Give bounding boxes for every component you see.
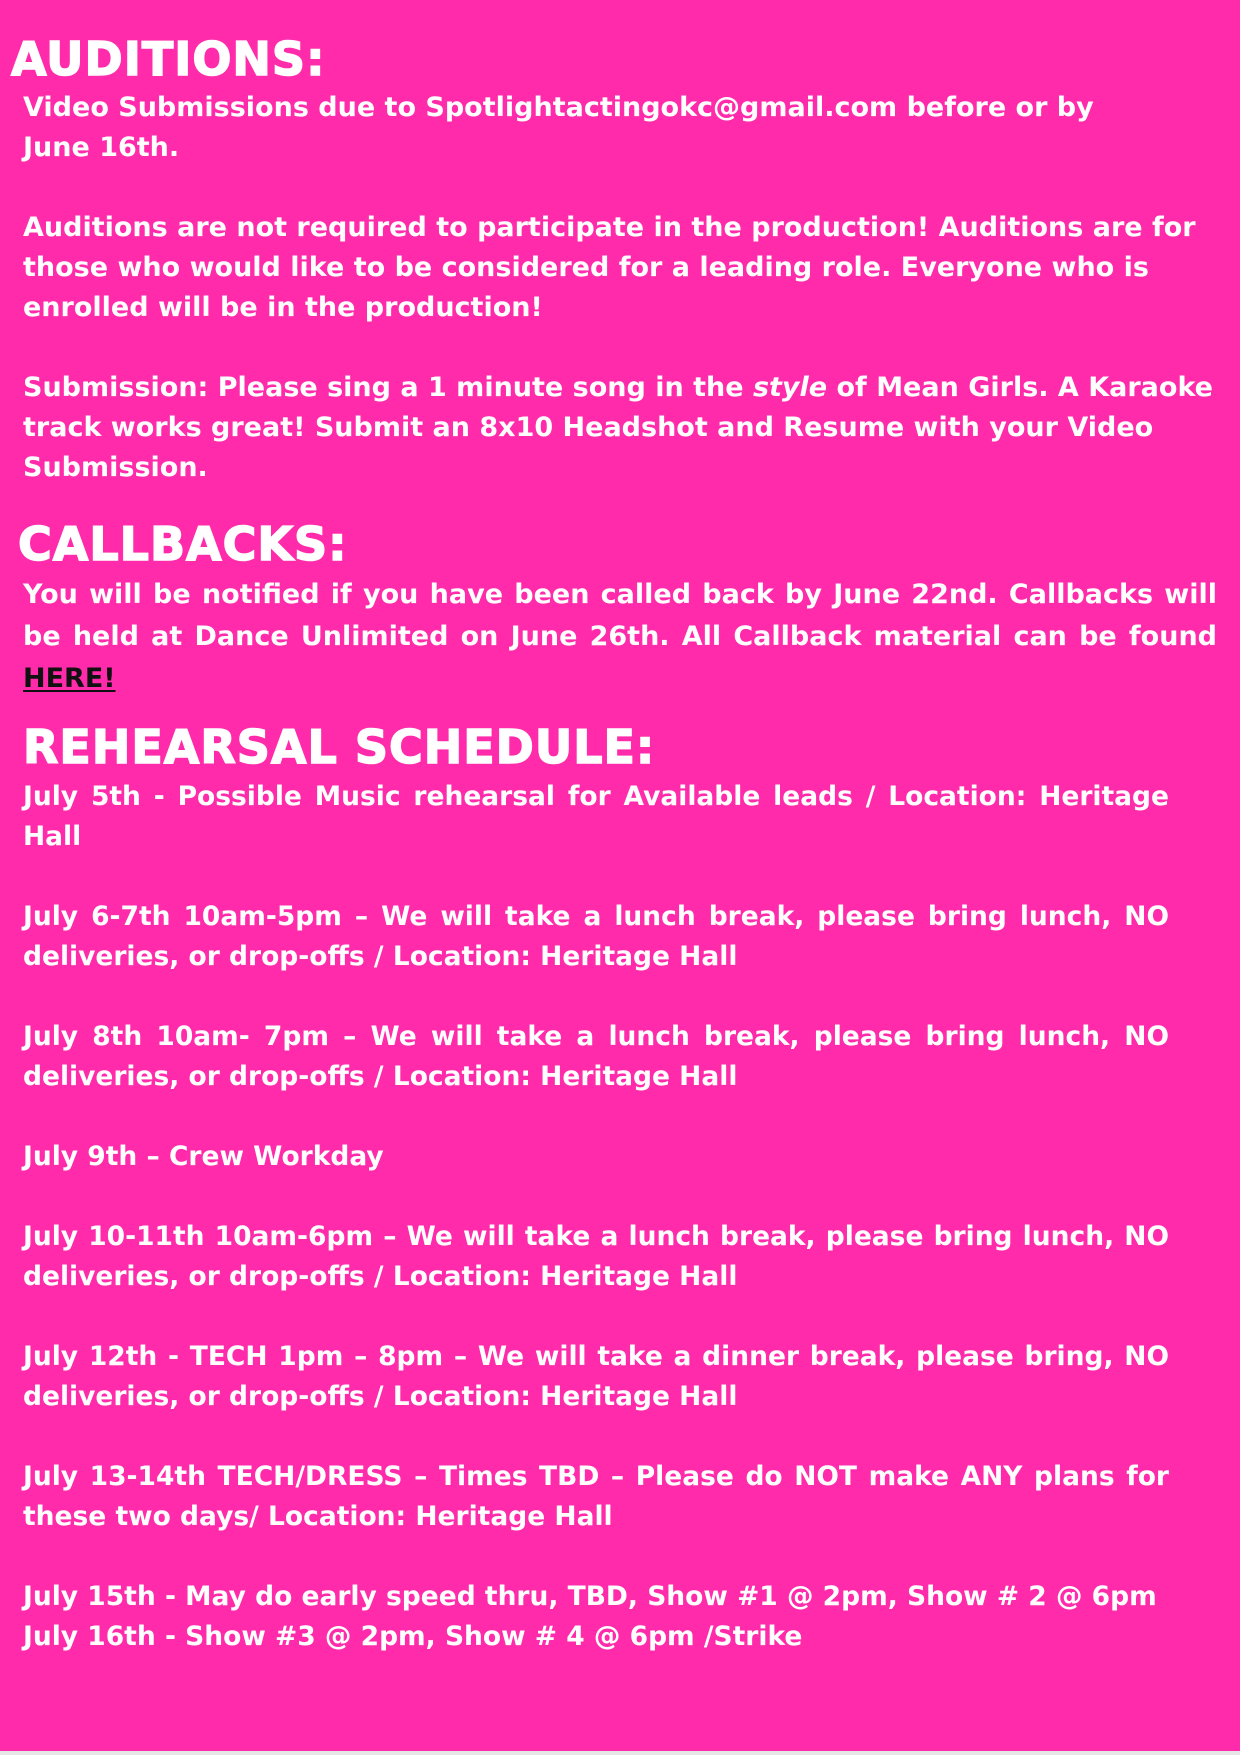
callbacks-text: You will be notified if you have been ca… bbox=[23, 574, 1217, 700]
schedule-item: July 10-11th 10am-6pm – We will take a l… bbox=[23, 1221, 1169, 1292]
callback-material-link[interactable]: HERE! bbox=[23, 663, 116, 694]
rehearsal-schedule-heading: REHEARSAL SCHEDULE: bbox=[22, 720, 656, 774]
callbacks-body: You will be notified if you have been ca… bbox=[23, 579, 1217, 652]
bottom-edge-divider bbox=[0, 1751, 1240, 1755]
show-line: July 15th - May do early speed thru, TBD… bbox=[23, 1581, 1157, 1612]
auditions-heading: AUDITIONS: bbox=[10, 32, 326, 86]
schedule-item: July 9th – Crew Workday bbox=[23, 1141, 384, 1172]
callbacks-section: You will be notified if you have been ca… bbox=[23, 574, 1217, 700]
auditions-section: Video Submissions due to Spotlightacting… bbox=[23, 88, 1223, 488]
auditions-info-text: Auditions are not required to participat… bbox=[23, 212, 1196, 323]
rehearsal-schedule-list: July 5th - Possible Music rehearsal for … bbox=[23, 777, 1169, 1657]
submission-instructions: Submission: Please sing a 1 minute song … bbox=[23, 368, 1223, 488]
show-line: July 16th - Show #3 @ 2pm, Show # 4 @ 6p… bbox=[23, 1621, 803, 1652]
schedule-item: July 13-14th TECH/DRESS – Times TBD – Pl… bbox=[23, 1461, 1169, 1532]
callbacks-heading: CALLBACKS: bbox=[17, 517, 348, 571]
schedule-item: July 12th - TECH 1pm – 8pm – We will tak… bbox=[23, 1341, 1169, 1412]
submission-deadline-text: Video Submissions due to Spotlightacting… bbox=[23, 92, 1094, 163]
schedule-item: July 5th - Possible Music rehearsal for … bbox=[23, 781, 1169, 852]
schedule-item: July 6-7th 10am-5pm – We will take a lun… bbox=[23, 901, 1169, 972]
schedule-item: July 8th 10am- 7pm – We will take a lunc… bbox=[23, 1021, 1169, 1092]
flyer-page: AUDITIONS: Video Submissions due to Spot… bbox=[0, 0, 1240, 1755]
submission-text-part1: Submission: Please sing a 1 minute song … bbox=[23, 372, 753, 403]
submission-style-emphasis: style bbox=[752, 372, 828, 403]
